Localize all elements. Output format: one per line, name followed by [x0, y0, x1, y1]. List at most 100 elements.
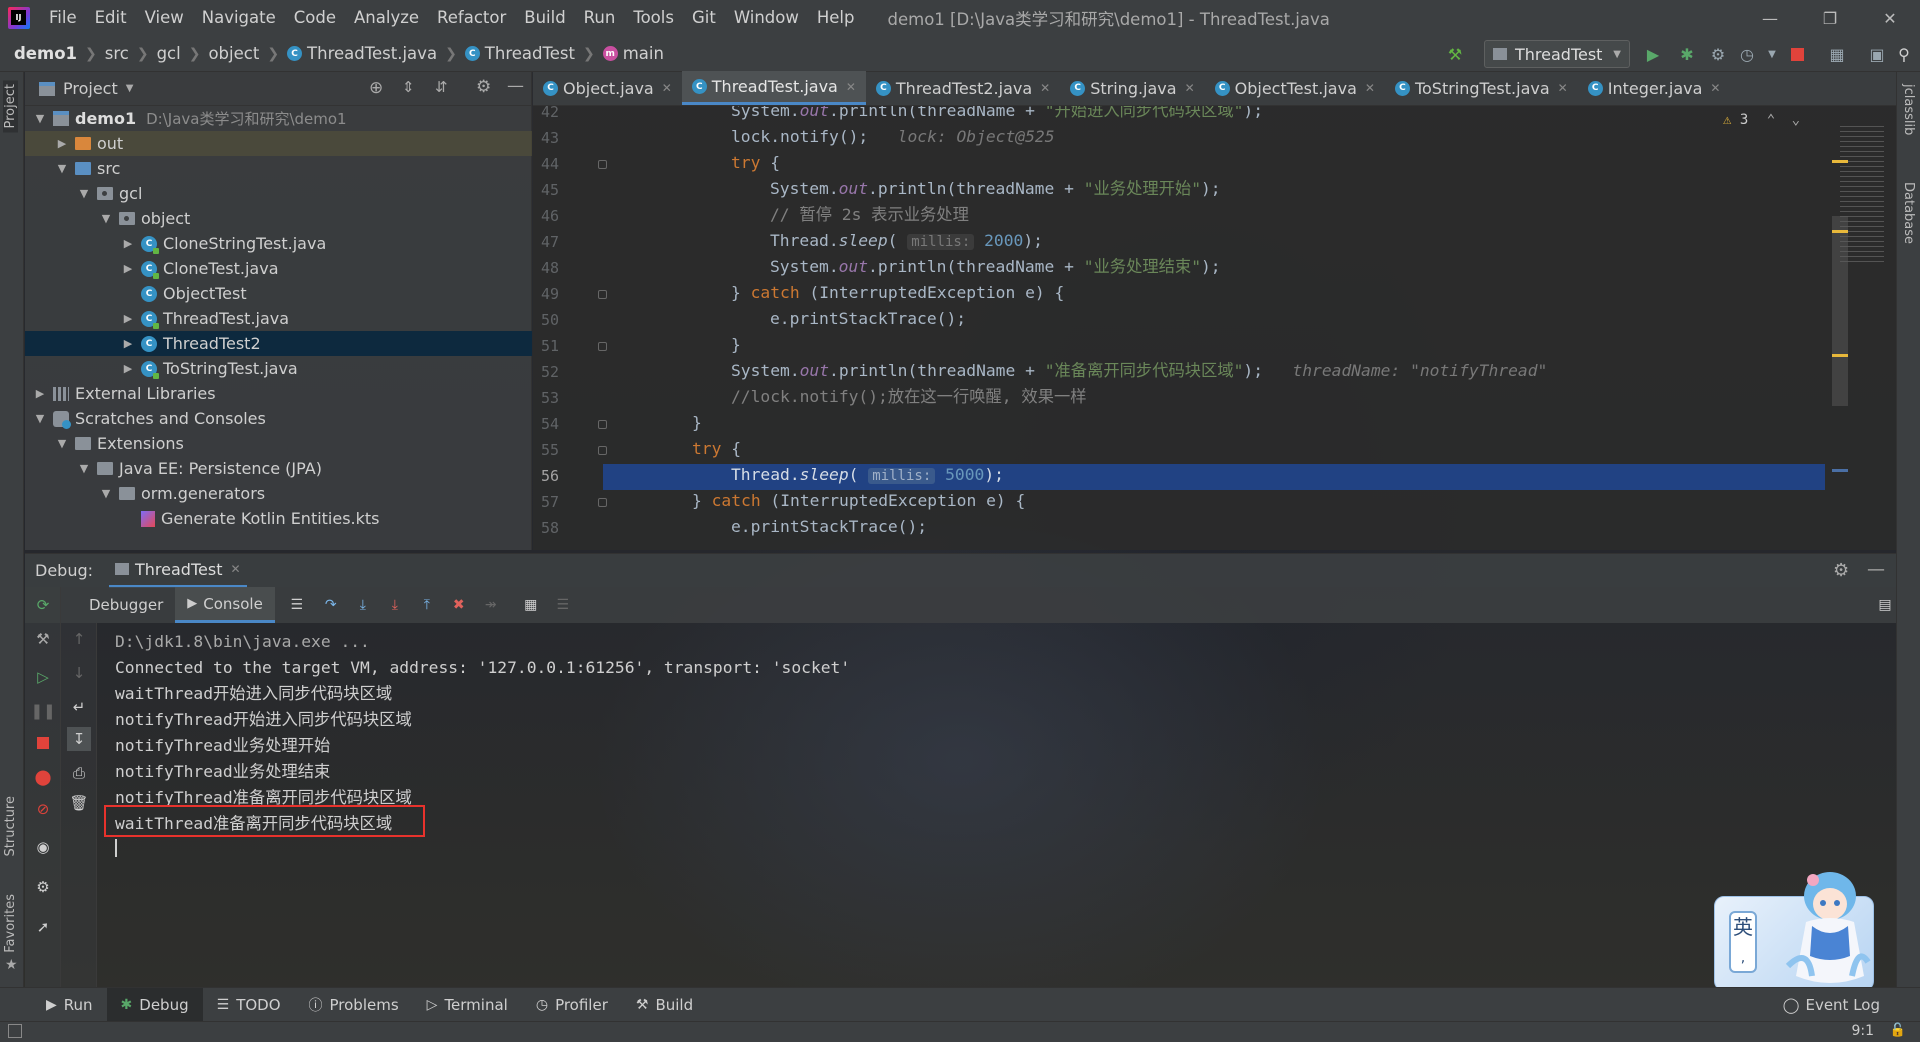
- tree-item-threadtest2[interactable]: ▶ C ThreadTest2: [25, 331, 532, 356]
- star-icon[interactable]: ★: [5, 957, 18, 973]
- menu-analyze[interactable]: Analyze: [345, 0, 428, 36]
- tool-build[interactable]: ⚒ Build: [622, 988, 707, 1022]
- expand-all-icon[interactable]: ⇕: [402, 78, 415, 96]
- tab-tostringtest-java[interactable]: C ToStringTest.java ✕: [1385, 71, 1578, 105]
- menu-run[interactable]: Run: [575, 0, 625, 36]
- close-icon[interactable]: ✕: [662, 81, 672, 95]
- tree-item-external-libraries[interactable]: ▶ External Libraries: [25, 381, 532, 406]
- tab-objecttest-java[interactable]: C ObjectTest.java ✕: [1205, 71, 1385, 105]
- step-into-icon[interactable]: ⤓: [351, 593, 375, 617]
- tab-console[interactable]: ▶ Console: [175, 587, 275, 623]
- force-step-into-icon[interactable]: ⤓: [383, 593, 407, 617]
- chevron-down-icon[interactable]: ▼: [1761, 43, 1783, 65]
- run-icon[interactable]: ▶: [1642, 43, 1664, 65]
- step-over-icon[interactable]: ↷: [319, 593, 343, 617]
- tool-todo[interactable]: ☰ TODO: [203, 988, 295, 1022]
- pin-icon[interactable]: ➚: [33, 917, 53, 937]
- favorites-tool-tab[interactable]: Favorites: [3, 894, 18, 953]
- step-out-icon[interactable]: ⤒: [415, 593, 439, 617]
- close-icon[interactable]: ✕: [1558, 81, 1568, 95]
- evaluate-expression-icon[interactable]: ▦: [519, 593, 543, 617]
- tree-item-generate-kotlin[interactable]: Generate Kotlin Entities.kts: [25, 506, 532, 531]
- tab-integer-java[interactable]: C Integer.java ✕: [1578, 71, 1731, 105]
- chevron-down-icon[interactable]: ⌄: [1792, 112, 1800, 128]
- close-icon[interactable]: ✕: [1860, 0, 1920, 36]
- close-icon[interactable]: ✕: [1710, 81, 1720, 95]
- view-breakpoints-icon[interactable]: ⬤: [33, 767, 53, 787]
- warnings-indicator[interactable]: ⚠ 3 ⌃ ⌄: [1723, 112, 1800, 128]
- gear-icon[interactable]: ⚙: [33, 877, 53, 897]
- search-icon[interactable]: ⚲: [1893, 43, 1915, 65]
- debug-session-tab[interactable]: ThreadTest ✕: [109, 554, 247, 588]
- tab-threadtest-java[interactable]: C ThreadTest.java ✕: [681, 71, 866, 105]
- rerun-icon[interactable]: ⟳: [33, 595, 53, 615]
- breadcrumb-class[interactable]: C ThreadTest: [464, 44, 575, 63]
- profiler-icon[interactable]: ◷: [1736, 43, 1758, 65]
- menu-tools[interactable]: Tools: [624, 0, 683, 36]
- close-icon[interactable]: ✕: [846, 80, 856, 94]
- breadcrumb-project[interactable]: demo1: [14, 44, 77, 63]
- event-log-button[interactable]: ◯ Event Log: [1783, 988, 1880, 1022]
- tree-item-threadtest[interactable]: ▶ C ThreadTest.java: [25, 306, 532, 331]
- close-icon[interactable]: ✕: [230, 562, 240, 576]
- stop-icon[interactable]: [33, 733, 53, 753]
- tree-item-extensions[interactable]: ▼ Extensions: [25, 431, 532, 456]
- print-icon[interactable]: ⎙: [69, 763, 89, 783]
- tool-problems[interactable]: ⓘ Problems: [295, 988, 413, 1022]
- tree-item-tostringtest[interactable]: ▶ C ToStringTest.java: [25, 356, 532, 381]
- structure-tool-tab[interactable]: Structure: [3, 796, 18, 856]
- jclasslib-tool-tab[interactable]: jclasslib: [1901, 84, 1916, 135]
- tool-debug[interactable]: ✱ Debug: [106, 987, 203, 1022]
- tab-object-java[interactable]: C Object.java ✕: [533, 71, 682, 105]
- tree-item-src[interactable]: ▼ src: [25, 156, 532, 181]
- resume-icon[interactable]: ▷: [33, 667, 53, 687]
- tool-profiler[interactable]: ◷ Profiler: [522, 988, 622, 1022]
- run-configuration-select[interactable]: ThreadTest ▼: [1484, 40, 1630, 68]
- tree-item-scratches[interactable]: ▼ Scratches and Consoles: [25, 406, 532, 431]
- collapse-all-icon[interactable]: ⇵: [435, 78, 448, 96]
- menu-git[interactable]: Git: [683, 0, 725, 36]
- tree-item-jpa[interactable]: ▼ Java EE: Persistence (JPA): [25, 456, 532, 481]
- trash-icon[interactable]: 🗑: [69, 793, 89, 813]
- tree-item-clonestringtest[interactable]: ▶ C CloneStringTest.java: [25, 231, 532, 256]
- tab-string-java[interactable]: C String.java ✕: [1060, 71, 1204, 105]
- breadcrumb-method[interactable]: m main: [602, 44, 664, 63]
- drop-frame-icon[interactable]: ✖: [447, 593, 471, 617]
- menu-code[interactable]: Code: [285, 0, 345, 36]
- scroll-to-end-icon[interactable]: ↧: [67, 727, 91, 751]
- tree-item-demo1[interactable]: ▼ demo1 D:\Java类学习和研究\demo1: [25, 106, 532, 131]
- menu-window[interactable]: Window: [725, 0, 808, 36]
- wrench-icon[interactable]: ⚒: [33, 629, 53, 649]
- hide-panel-icon[interactable]: —: [507, 76, 524, 96]
- tree-item-clonetest[interactable]: ▶ C CloneTest.java: [25, 256, 532, 281]
- soft-wrap-icon[interactable]: ↵: [69, 697, 89, 717]
- tree-item-objecttest[interactable]: C ObjectTest: [25, 281, 532, 306]
- gear-icon[interactable]: ⚙: [1833, 560, 1849, 581]
- breadcrumb-gcl[interactable]: gcl: [157, 44, 181, 63]
- close-icon[interactable]: ✕: [1040, 81, 1050, 95]
- breadcrumb-src[interactable]: src: [105, 44, 129, 63]
- list-icon[interactable]: ☰: [285, 593, 309, 617]
- stop-icon[interactable]: [1786, 43, 1808, 65]
- code-editor[interactable]: 42 43 44 45 46 47 48 49 50 51 52 53 54 5…: [533, 106, 1896, 550]
- editor-minimap[interactable]: [1832, 106, 1892, 550]
- tree-item-orm-generators[interactable]: ▼ orm.generators: [25, 481, 532, 506]
- build-hammer-icon[interactable]: ⚒: [1444, 43, 1466, 65]
- menu-build[interactable]: Build: [515, 0, 574, 36]
- mute-breakpoints-icon[interactable]: ⊘: [33, 799, 53, 819]
- breadcrumb-file[interactable]: C ThreadTest.java: [287, 44, 437, 63]
- tree-item-object[interactable]: ▼ object: [25, 206, 532, 231]
- database-tool-tab[interactable]: Database: [1901, 182, 1916, 244]
- restore-icon[interactable]: ❐: [1800, 0, 1860, 36]
- caret-position[interactable]: 9:1: [1851, 1023, 1874, 1039]
- window-icon[interactable]: ▣: [1866, 43, 1888, 65]
- locate-icon[interactable]: ⊕: [369, 78, 383, 98]
- ime-language-indicator[interactable]: 英,: [1729, 911, 1757, 973]
- tab-threadtest2-java[interactable]: C ThreadTest2.java ✕: [866, 71, 1060, 105]
- menu-view[interactable]: View: [136, 0, 193, 36]
- project-panel-title[interactable]: Project: [63, 79, 118, 98]
- menu-refactor[interactable]: Refactor: [428, 0, 515, 36]
- menu-edit[interactable]: Edit: [86, 0, 136, 36]
- hide-panel-icon[interactable]: —: [1867, 559, 1885, 580]
- menu-navigate[interactable]: Navigate: [193, 0, 285, 36]
